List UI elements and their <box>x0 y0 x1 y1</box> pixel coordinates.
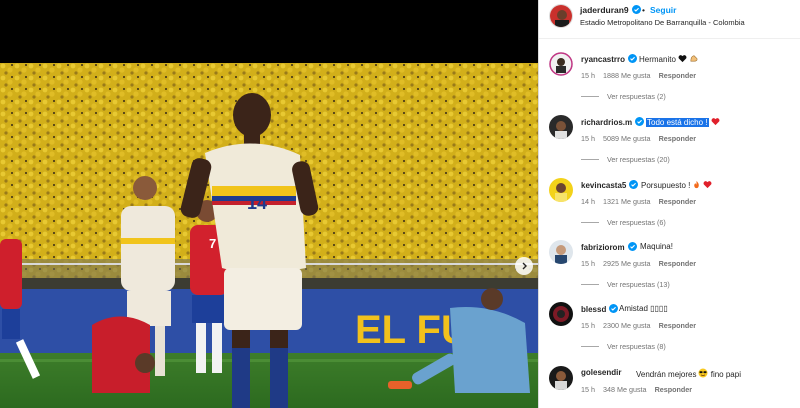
commenter-avatar[interactable] <box>549 178 573 202</box>
comment-time[interactable]: 15 h <box>581 321 595 330</box>
reply-button[interactable]: Responder <box>655 385 693 394</box>
next-slide-button[interactable] <box>515 257 533 275</box>
owner-username[interactable]: jaderduran9 <box>580 5 641 15</box>
comment-meta: 15 h 2300 Me gusta Responder <box>581 321 704 330</box>
comment-meta: 15 h 2925 Me gusta Responder <box>581 259 704 268</box>
reply-button[interactable]: Responder <box>659 134 697 143</box>
selected-text: Todo está dicho ! <box>646 118 709 127</box>
verified-icon <box>631 5 641 14</box>
comment-text: Hermanito <box>639 54 698 64</box>
comment-meta: 15 h 5089 Me gusta Responder <box>581 134 704 143</box>
comment-username[interactable]: richardrios.m <box>581 117 645 127</box>
post-media: EL FÚT 7 14 <box>0 0 538 408</box>
replies-line <box>581 159 599 160</box>
comment-text: Vendrán mejores fino papi <box>636 368 741 379</box>
commenter-avatar[interactable] <box>549 115 573 139</box>
verified-icon <box>628 54 638 63</box>
comment-likes[interactable]: 2300 Me gusta <box>603 321 651 330</box>
comment-username[interactable]: blessd <box>581 304 619 314</box>
red-heart-icon <box>711 118 719 126</box>
black-heart-icon <box>678 55 687 63</box>
comment-meta: 15 h 348 Me gusta Responder <box>581 385 700 394</box>
view-replies-button[interactable]: Ver respuestas (6) <box>581 218 666 227</box>
comment-username[interactable]: golesendir <box>581 368 621 377</box>
comment-time[interactable]: 14 h <box>581 197 595 206</box>
fire-icon <box>694 180 700 189</box>
replies-line <box>581 346 599 347</box>
comment-item: golesendir Vendrán mejores fino papi 15 … <box>539 366 800 408</box>
reply-button[interactable]: Responder <box>659 321 697 330</box>
comment-likes[interactable]: 2925 Me gusta <box>603 259 651 268</box>
commenter-avatar[interactable] <box>549 240 573 264</box>
comment-item: kevincasta5 Porsupuesto ! 14 h 1321 Me gu… <box>539 178 800 240</box>
owner-avatar[interactable] <box>549 4 573 28</box>
commenter-avatar[interactable] <box>549 302 573 326</box>
reply-button[interactable]: Responder <box>659 197 697 206</box>
comment-item: ryancastrro Hermanito 15 h 1888 Me gusta R… <box>539 52 800 114</box>
replies-line <box>581 284 599 285</box>
verified-icon <box>609 304 619 313</box>
comment-time[interactable]: 15 h <box>581 71 595 80</box>
post-location[interactable]: Estadio Metropolitano De Barranquilla - … <box>580 18 745 27</box>
svg-text:7: 7 <box>209 236 216 251</box>
replies-line <box>581 96 599 97</box>
comment-time[interactable]: 15 h <box>581 259 595 268</box>
comment-likes[interactable]: 348 Me gusta <box>603 385 647 394</box>
comment-text: Maquina! <box>640 242 673 251</box>
flexed-arm-icon <box>690 55 698 62</box>
comment-meta: 15 h 1888 Me gusta Responder <box>581 71 704 80</box>
verified-icon <box>627 242 637 251</box>
comment-time[interactable]: 15 h <box>581 385 595 394</box>
comment-item: fabriziorom Maquina! 15 h 2925 Me gusta Re… <box>539 240 800 302</box>
comment-text: Todo está dicho ! <box>646 117 720 127</box>
comment-likes[interactable]: 1888 Me gusta <box>603 71 651 80</box>
comments-panel: jaderduran9 • Seguir Estadio Metropolita… <box>538 0 800 408</box>
comment-username[interactable]: ryancastrro <box>581 54 638 64</box>
view-replies-button[interactable]: Ver respuestas (8) <box>581 342 666 351</box>
post-photo: EL FÚT 7 14 <box>0 63 538 408</box>
comment-text: Amistad ▯▯▯▯ <box>619 304 668 313</box>
view-replies-button[interactable]: Ver respuestas (2) <box>581 92 666 101</box>
comment-text: Porsupuesto ! <box>641 180 712 190</box>
comment-time[interactable]: 15 h <box>581 134 595 143</box>
comment-item: richardrios.m Todo está dicho ! 15 h 5089… <box>539 115 800 177</box>
chevron-right-icon <box>522 262 527 270</box>
verified-icon <box>635 117 645 126</box>
separator-dot: • <box>642 5 645 15</box>
svg-text:14: 14 <box>247 193 267 213</box>
verified-icon <box>629 180 639 189</box>
commenter-avatar[interactable] <box>549 52 573 76</box>
post-header: jaderduran9 • Seguir Estadio Metropolita… <box>539 0 800 32</box>
view-replies-button[interactable]: Ver respuestas (13) <box>581 280 670 289</box>
comment-item: blessd Amistad ▯▯▯▯ 15 h 2300 Me gusta Res… <box>539 302 800 364</box>
red-heart-icon <box>703 181 712 189</box>
header-divider <box>539 38 800 39</box>
reply-button[interactable]: Responder <box>659 259 697 268</box>
comment-username[interactable]: kevincasta5 <box>581 180 639 190</box>
view-replies-button[interactable]: Ver respuestas (20) <box>581 155 670 164</box>
comment-username[interactable]: fabriziorom <box>581 242 637 252</box>
replies-line <box>581 222 599 223</box>
commenter-avatar[interactable] <box>549 366 573 390</box>
sunglasses-icon <box>698 368 708 378</box>
follow-button[interactable]: Seguir <box>650 5 676 15</box>
comment-likes[interactable]: 5089 Me gusta <box>603 134 651 143</box>
comment-likes[interactable]: 1321 Me gusta <box>603 197 651 206</box>
reply-button[interactable]: Responder <box>659 71 697 80</box>
comment-meta: 14 h 1321 Me gusta Responder <box>581 197 704 206</box>
